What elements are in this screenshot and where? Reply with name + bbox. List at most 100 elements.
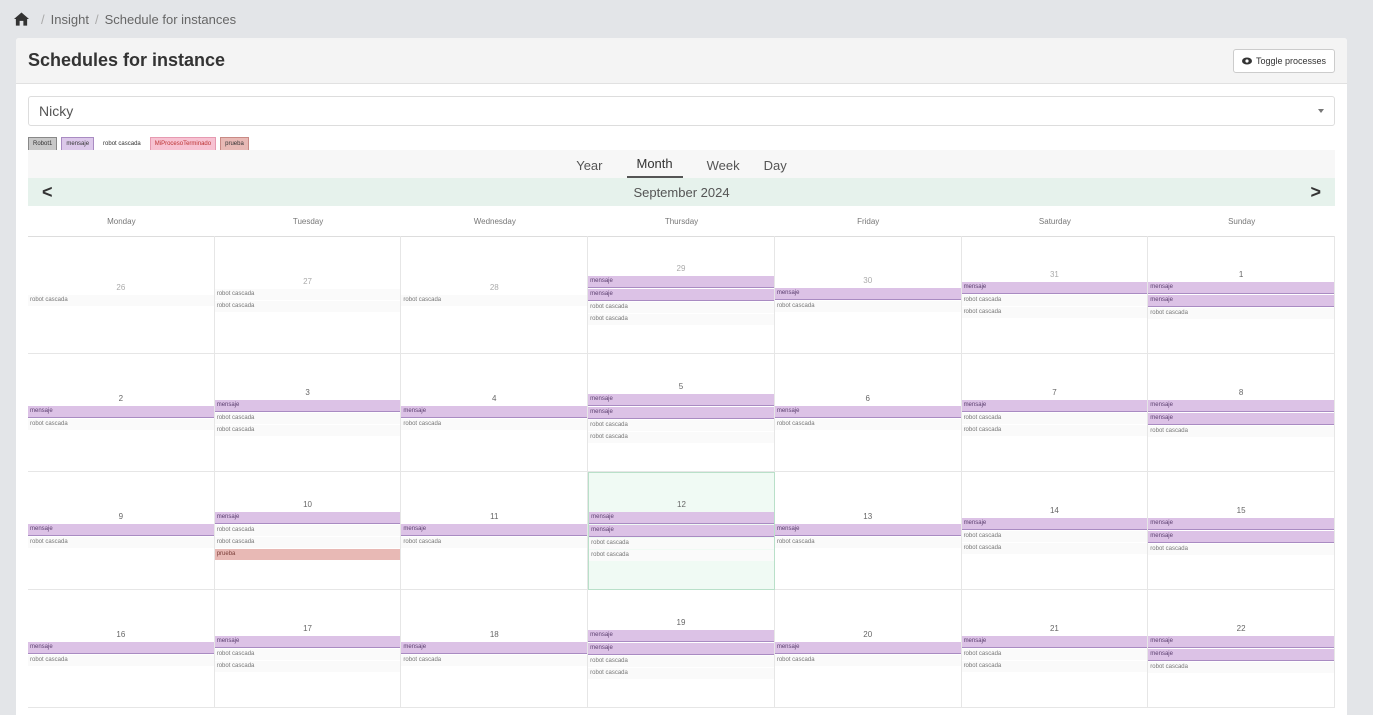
event-mensaje[interactable]: mensaje bbox=[1148, 517, 1334, 530]
tab-year[interactable]: Year bbox=[576, 158, 602, 178]
event-mensaje[interactable]: mensaje bbox=[774, 406, 961, 418]
event-cascada[interactable]: robot cascada bbox=[588, 431, 774, 443]
event-cascada[interactable]: robot cascada bbox=[28, 655, 214, 666]
event-mensaje[interactable]: mensaje bbox=[1148, 412, 1334, 425]
day-cell[interactable]: 3 mensaje robot cascada robot cascada bbox=[214, 354, 402, 472]
day-cell[interactable]: 2 mensaje robot cascada bbox=[28, 354, 215, 472]
event-mensaje[interactable]: mensaje bbox=[1148, 294, 1334, 307]
event-mensaje[interactable]: mensaje bbox=[214, 400, 401, 412]
instance-select[interactable]: Nicky bbox=[28, 96, 1335, 126]
event-mensaje[interactable]: mensaje bbox=[401, 524, 588, 536]
event-mensaje[interactable]: mensaje bbox=[1148, 648, 1334, 661]
day-cell[interactable]: 11 mensaje robot cascada bbox=[401, 472, 589, 590]
breadcrumb-insight[interactable]: Insight bbox=[51, 12, 89, 27]
day-cell[interactable]: 27 robot cascada robot cascada bbox=[214, 236, 402, 354]
event-mensaje[interactable]: mensaje bbox=[774, 288, 961, 300]
event-prueba[interactable]: prueba bbox=[214, 549, 401, 560]
event-cascada[interactable]: robot cascada bbox=[961, 661, 1148, 672]
event-cascada[interactable]: robot cascada bbox=[589, 550, 774, 561]
event-cascada[interactable]: robot cascada bbox=[401, 537, 588, 548]
day-cell[interactable]: 10 mensaje robot cascada robot cascada prueb… bbox=[214, 472, 402, 590]
day-cell[interactable]: 12 mensaje mensaje robot cascada robot casca… bbox=[588, 472, 775, 590]
event-cascada[interactable]: robot cascada bbox=[214, 661, 401, 672]
day-cell[interactable]: 9 mensaje robot cascada bbox=[28, 472, 215, 590]
event-mensaje[interactable]: mensaje bbox=[774, 642, 961, 654]
event-mensaje[interactable]: mensaje bbox=[588, 393, 774, 406]
event-cascada[interactable]: robot cascada bbox=[588, 655, 774, 667]
day-cell[interactable]: 20 mensaje robot cascada bbox=[774, 590, 962, 708]
event-cascada[interactable]: robot cascada bbox=[28, 537, 214, 548]
day-cell[interactable]: 29 mensaje mensaje robot cascada robot casca… bbox=[588, 236, 775, 354]
event-cascada[interactable]: robot cascada bbox=[774, 301, 961, 312]
day-cell[interactable]: 28 robot cascada bbox=[401, 236, 589, 354]
day-cell[interactable]: 5 mensaje mensaje robot cascada robot cascad… bbox=[588, 354, 775, 472]
event-cascada[interactable]: robot cascada bbox=[1148, 307, 1334, 319]
day-cell[interactable]: 8 mensaje mensaje robot cascada bbox=[1148, 354, 1335, 472]
day-cell[interactable]: 30 mensaje robot cascada bbox=[774, 236, 962, 354]
event-cascada[interactable]: robot cascada bbox=[588, 313, 774, 325]
event-cascada[interactable]: robot cascada bbox=[774, 419, 961, 430]
day-cell[interactable]: 17 mensaje robot cascada robot cascada bbox=[214, 590, 402, 708]
day-cell[interactable]: 15 mensaje mensaje robot cascada bbox=[1148, 472, 1335, 590]
day-cell[interactable]: 26 robot cascada bbox=[28, 236, 215, 354]
day-cell[interactable]: 6 mensaje robot cascada bbox=[774, 354, 962, 472]
day-cell[interactable]: 31 mensaje robot cascada robot cascada bbox=[961, 236, 1149, 354]
day-cell[interactable]: 1 mensaje mensaje robot cascada bbox=[1148, 236, 1335, 354]
day-cell[interactable]: 22 mensaje mensaje robot cascada bbox=[1148, 590, 1335, 708]
day-cell[interactable]: 7 mensaje robot cascada robot cascada bbox=[961, 354, 1149, 472]
event-mensaje[interactable]: mensaje bbox=[961, 636, 1148, 648]
prev-month-button[interactable]: < bbox=[42, 182, 53, 203]
event-cascada[interactable]: robot cascada bbox=[214, 537, 401, 548]
next-month-button[interactable]: > bbox=[1310, 182, 1321, 203]
event-mensaje[interactable]: mensaje bbox=[214, 636, 401, 648]
event-cascada[interactable]: robot cascada bbox=[774, 537, 961, 548]
day-cell[interactable]: 4 mensaje robot cascada bbox=[401, 354, 589, 472]
day-cell[interactable]: 13 mensaje robot cascada bbox=[774, 472, 962, 590]
event-mensaje[interactable]: mensaje bbox=[589, 525, 774, 537]
event-cascada[interactable]: robot cascada bbox=[214, 300, 401, 312]
event-cascada[interactable]: robot cascada bbox=[1148, 425, 1334, 437]
event-mensaje[interactable]: mensaje bbox=[28, 524, 214, 536]
event-cascada[interactable]: robot cascada bbox=[588, 301, 774, 313]
event-cascada[interactable]: robot cascada bbox=[961, 307, 1148, 318]
event-mensaje[interactable]: mensaje bbox=[401, 642, 588, 654]
event-mensaje[interactable]: mensaje bbox=[28, 406, 214, 418]
tab-day[interactable]: Day bbox=[764, 158, 787, 178]
event-cascada[interactable]: robot cascada bbox=[401, 294, 588, 306]
day-cell[interactable]: 19 mensaje mensaje robot cascada robot casca… bbox=[588, 590, 775, 708]
tab-month[interactable]: Month bbox=[626, 156, 683, 178]
event-cascada[interactable]: robot cascada bbox=[1148, 661, 1334, 673]
event-cascada[interactable]: robot cascada bbox=[961, 413, 1148, 424]
event-mensaje[interactable]: mensaje bbox=[214, 512, 401, 524]
day-cell[interactable]: 14 mensaje robot cascada robot cascada bbox=[961, 472, 1149, 590]
event-mensaje[interactable]: mensaje bbox=[1148, 399, 1334, 412]
event-cascada[interactable]: robot cascada bbox=[961, 531, 1148, 542]
day-cell[interactable]: 18 mensaje robot cascada bbox=[401, 590, 589, 708]
toggle-processes-button[interactable]: Toggle processes bbox=[1232, 48, 1335, 73]
event-mensaje[interactable]: mensaje bbox=[961, 518, 1148, 530]
day-cell[interactable]: 21 mensaje robot cascada robot cascada bbox=[961, 590, 1149, 708]
event-cascada[interactable]: robot cascada bbox=[961, 425, 1148, 436]
event-cascada[interactable]: robot cascada bbox=[588, 419, 774, 431]
event-mensaje[interactable]: mensaje bbox=[774, 524, 961, 536]
event-mensaje[interactable]: mensaje bbox=[1148, 635, 1334, 648]
event-mensaje[interactable]: mensaje bbox=[1148, 530, 1334, 543]
event-mensaje[interactable]: mensaje bbox=[588, 406, 774, 419]
event-cascada[interactable]: robot cascada bbox=[961, 649, 1148, 660]
event-mensaje[interactable]: mensaje bbox=[588, 288, 774, 301]
home-icon[interactable] bbox=[14, 12, 29, 26]
event-mensaje[interactable]: mensaje bbox=[28, 642, 214, 654]
event-cascada[interactable]: robot cascada bbox=[589, 538, 774, 549]
event-cascada[interactable]: robot cascada bbox=[214, 425, 401, 436]
event-cascada[interactable]: robot cascada bbox=[588, 667, 774, 679]
event-cascada[interactable]: robot cascada bbox=[774, 655, 961, 666]
event-cascada[interactable]: robot cascada bbox=[401, 655, 588, 666]
event-cascada[interactable]: robot cascada bbox=[214, 525, 401, 536]
day-cell[interactable]: 16 mensaje robot cascada bbox=[28, 590, 215, 708]
event-cascada[interactable]: robot cascada bbox=[1148, 543, 1334, 555]
event-cascada[interactable]: robot cascada bbox=[214, 288, 401, 300]
event-cascada[interactable]: robot cascada bbox=[28, 294, 214, 306]
event-cascada[interactable]: robot cascada bbox=[401, 419, 588, 430]
event-mensaje[interactable]: mensaje bbox=[589, 512, 774, 524]
event-mensaje[interactable]: mensaje bbox=[588, 642, 774, 655]
